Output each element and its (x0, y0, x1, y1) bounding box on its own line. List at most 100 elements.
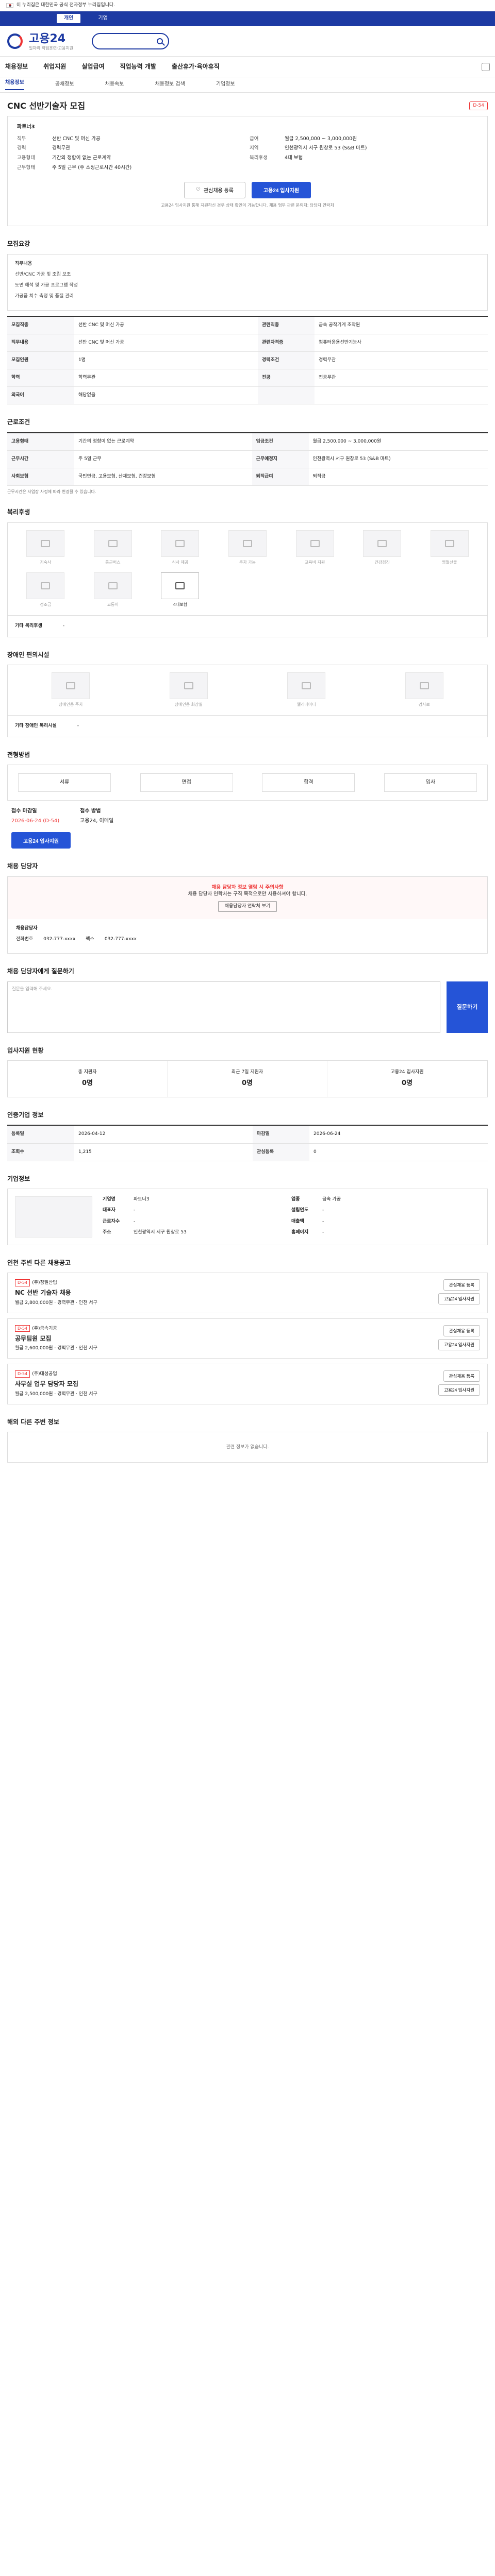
table-value: 금속 공작기계 조작원 (315, 316, 488, 334)
summary-key: 고용형태 (17, 155, 35, 161)
save-job-button[interactable]: 관심채용 등록 (443, 1370, 480, 1382)
apply-job-button[interactable]: 고용24 입사지원 (438, 1293, 480, 1305)
search-icon[interactable] (157, 38, 163, 44)
job-title[interactable]: 공무팀원 모집 (15, 1334, 97, 1343)
save-job-button[interactable]: 관심채용 등록 (443, 1325, 480, 1336)
stat-label: 고용24 입사지원 (390, 1070, 424, 1075)
table-key: 관심등록 (253, 1143, 309, 1161)
table-value: 국민연금, 고용보험, 산재보험, 건강보험 (74, 468, 252, 486)
job-card[interactable]: D-54 (주)대성공업 사무실 업무 담당자 모집 월급 2,500,000원 · … (7, 1364, 488, 1404)
summary-key: 지역 (250, 145, 259, 151)
sub-tab-company[interactable]: 기업정보 (216, 81, 235, 89)
welfare-label: 기숙사 (40, 560, 52, 565)
disabled-section: 장애인 편의시설 장애인용 주차 장애인용 화장실 엘리베이터 경사로 기타 장… (7, 651, 488, 737)
logo-icon[interactable] (7, 33, 23, 49)
facility-label: 경사로 (418, 702, 430, 707)
welfare-label: 식사 제공 (172, 560, 189, 565)
contact-table: 채용담당자 전화번호 032-777-xxxx 팩스 032-777-xxxx (8, 919, 487, 953)
welfare-icons: 기숙사 통근버스 식사 제공 주차 가능 교육비 지원 건강검진 명절선물 경조… (7, 522, 488, 616)
inquiry-submit-button[interactable]: 질문하기 (447, 981, 488, 1033)
parking-icon (66, 682, 76, 690)
logo-sub: 일자리·직업훈련·고용지원 (29, 45, 74, 50)
step-item: 서류 (18, 773, 111, 792)
process-title: 전형방법 (7, 751, 30, 758)
welfare-section: 복리후생 기숙사 통근버스 식사 제공 주차 가능 교육비 지원 건강검진 명절… (7, 508, 488, 637)
nav-training[interactable]: 직업능력 개발 (120, 62, 156, 71)
heart-icon: ♡ (195, 187, 201, 193)
table-value: 월급 2,500,000 ~ 3,000,000원 (308, 432, 488, 451)
tab-personal[interactable]: 개인 (57, 13, 81, 24)
welfare-item-active: 4대보험 (146, 572, 214, 608)
search-input[interactable] (92, 32, 170, 49)
summary-value: 월급 2,500,000 ~ 3,000,000원 (285, 135, 357, 142)
welfare-item: 주차 가능 (214, 530, 282, 566)
sub-tab-public[interactable]: 공채정보 (55, 81, 74, 89)
table-key: 관련자격증 (258, 334, 315, 352)
welfare-label: 4대보험 (173, 602, 187, 607)
info-title: 인증기업 정보 (7, 1111, 44, 1119)
job-title[interactable]: 사무실 업무 담당자 모집 (15, 1380, 97, 1388)
conditions-title: 근로조건 (7, 418, 30, 426)
apply-job-button[interactable]: 고용24 입사지원 (438, 1384, 480, 1396)
table-value: 2026-04-12 (74, 1125, 253, 1144)
logo[interactable]: 고용24 일자리·직업훈련·고용지원 (29, 31, 73, 51)
process-steps: 서류 면접 합격 입사 (7, 765, 488, 801)
tab-company[interactable]: 기업 (91, 14, 114, 24)
process-section: 전형방법 서류 면접 합격 입사 접수 마감일 2026-06-24 (D-54)… (7, 751, 488, 849)
job-card[interactable]: D-54 (주)정밀산업 NC 선반 기술자 채용 월급 2,800,000원 · 경… (7, 1273, 488, 1313)
gov-banner-text: 이 누리집은 대한민국 공식 전자정부 누리집입니다. (16, 2, 116, 8)
sub-tab-jobs[interactable]: 채용정보 (5, 79, 24, 91)
company-key: 업종 (291, 1196, 300, 1202)
ramp-icon (419, 682, 429, 690)
job-card[interactable]: D-54 (주)금속기공 공무팀원 모집 월급 2,600,000원 · 경력무관 ·… (7, 1318, 488, 1359)
table-key: 임금조건 (252, 432, 309, 451)
table-key: 조회수 (7, 1143, 74, 1161)
nav-jobs[interactable]: 채용정보 (5, 62, 28, 71)
nav-unemployment[interactable]: 실업급여 (81, 62, 104, 71)
summary-key: 급여 (250, 135, 259, 142)
facility-item: 경사로 (366, 672, 484, 708)
save-job-button[interactable]: ♡ 관심채용 등록 (184, 181, 245, 198)
summary-value: 기간의 정함이 없는 근로계약 (52, 155, 111, 161)
sub-tab-news[interactable]: 채용속보 (105, 81, 124, 89)
dday-badge: D-54 (469, 101, 488, 111)
job-dday: D-54 (15, 1279, 30, 1286)
disabled-extra-value: - (77, 723, 79, 728)
view-contact-button[interactable]: 채용담당자 연락처 보기 (218, 901, 277, 912)
job-info: 월급 2,800,000원 · 경력무관 · 인천 서구 (15, 1300, 97, 1306)
apply-job-button[interactable]: 고용24 입사지원 (438, 1338, 480, 1350)
save-job-button[interactable]: 관심채용 등록 (443, 1279, 480, 1291)
apply-button-2[interactable]: 고용24 입사지원 (11, 832, 71, 849)
gift-icon (444, 539, 454, 547)
welfare-extra: 기타 복리후생 - (7, 615, 488, 637)
similar-empty: 관련 정보가 없습니다. (7, 1432, 488, 1463)
contact-box: 채용 담당자 정보 열람 시 주의사항 채용 담당자 연락처는 구직 목적으로만 … (7, 876, 488, 954)
company-key: 매출액 (291, 1218, 304, 1224)
nav-support[interactable]: 취업지원 (43, 62, 66, 71)
summary-value: 경력무관 (52, 145, 70, 151)
welfare-item: 명절선물 (416, 530, 483, 566)
global-nav: 채용정보 취업지원 실업급여 직업능력 개발 출산휴가·육아휴직 (0, 57, 495, 77)
table-key: 등록일 (7, 1125, 74, 1144)
transport-icon (108, 582, 118, 590)
table-key: 직무내용 (7, 334, 74, 352)
contact-sub: 채용 담당자 연락처는 구직 목적으로만 사용하셔야 합니다. (188, 891, 307, 897)
apply-button[interactable]: 고용24 입사지원 (251, 181, 311, 198)
menu-icon[interactable] (482, 62, 490, 71)
table-value: 인천광역시 서구 원창로 53 (S&B 마트) (308, 450, 488, 468)
stat-label: 총 지원자 (78, 1070, 97, 1075)
nav-leave[interactable]: 출산휴가·육아휴직 (172, 62, 220, 71)
method-value: 고용24, 이메일 (80, 818, 114, 824)
sub-tab-search[interactable]: 채용정보 검색 (155, 81, 185, 89)
table-key: 경력조건 (258, 351, 315, 370)
conditions-note: 근무시간은 사업장 사정에 따라 변경될 수 있습니다. (7, 489, 96, 494)
logo-title: 고용24 (29, 32, 66, 45)
restroom-icon (184, 682, 193, 690)
summary-key: 복리후생 (250, 155, 268, 161)
welfare-item: 식사 제공 (146, 530, 214, 566)
job-title[interactable]: NC 선반 기술자 채용 (15, 1289, 97, 1297)
welfare-title: 복리후생 (7, 509, 30, 516)
inquiry-input[interactable]: 질문을 입력해 주세요. (7, 981, 440, 1033)
table-value: 주 5일 근무 (74, 450, 252, 468)
table-key: 모집직종 (7, 316, 74, 334)
